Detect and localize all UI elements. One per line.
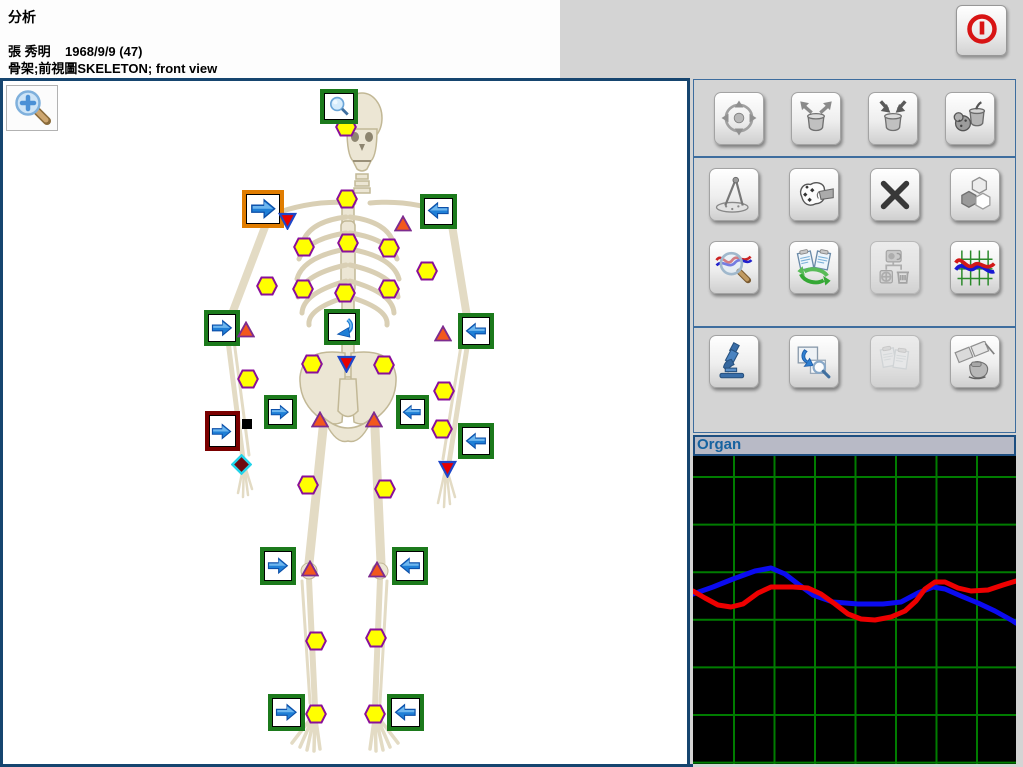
toolbar-button-compare-results[interactable]	[789, 241, 839, 294]
marker-point-triangle-up[interactable]	[434, 325, 452, 342]
marker-arrow-box-hand-left[interactable]	[205, 411, 240, 451]
toolbar-section-model	[693, 79, 1016, 157]
marker-point-triangle-up[interactable]	[365, 411, 383, 428]
page-title: 分析	[8, 7, 36, 27]
marker-layer	[3, 81, 687, 764]
marker-arrow-box-hand-right[interactable]	[458, 423, 494, 459]
marker-point-triangle-down[interactable]	[278, 212, 297, 230]
nutrition-pot-icon	[949, 97, 991, 139]
toolbar-button-graph-view[interactable]	[950, 241, 1000, 294]
marker-point-hex[interactable]	[292, 279, 314, 299]
marker-point-square[interactable]	[242, 419, 252, 429]
marker-point-hex[interactable]	[334, 283, 356, 303]
analysis-window: 分析 張 秀明 1968/9/9 (47) 骨架;前視圖SKELETON; fr…	[0, 0, 1023, 767]
marker-point-triangle-up[interactable]	[301, 560, 319, 577]
zoom-in-magnifier-icon	[9, 87, 55, 130]
content-area: Organ	[0, 78, 1023, 767]
marker-point-triangle-up[interactable]	[394, 215, 412, 232]
toolbar-button-review-search[interactable]	[789, 335, 839, 388]
toolbar-button-orientation-gyroscope[interactable]	[714, 92, 764, 145]
marker-point-hex[interactable]	[378, 279, 400, 299]
marker-point-triangle-up[interactable]	[311, 411, 329, 428]
marker-arrow-box-hip-right[interactable]	[396, 395, 429, 429]
cell-structure-icon	[954, 174, 996, 216]
marker-arrow-box-knee-left[interactable]	[260, 547, 296, 585]
toolbar-button-clear-markers[interactable]	[870, 168, 920, 221]
marker-point-hex[interactable]	[305, 631, 327, 651]
device-test-icon	[954, 341, 996, 383]
organ-panel-header: Organ	[693, 435, 1016, 456]
review-search-icon	[793, 341, 835, 383]
marker-point-diamond[interactable]	[231, 454, 252, 475]
toolbar-button-microscope-view[interactable]	[709, 335, 759, 388]
marker-point-hex[interactable]	[364, 704, 386, 724]
marker-arrow-box-ankle-right[interactable]	[387, 694, 424, 731]
orientation-gyroscope-icon	[718, 97, 760, 139]
marker-arrow-box-left-shoulder-right[interactable]	[420, 194, 457, 229]
marker-point-hex[interactable]	[416, 261, 438, 281]
marker-point-hex[interactable]	[237, 369, 259, 389]
microscope-view-icon	[713, 341, 755, 383]
marker-point-triangle-up[interactable]	[368, 561, 386, 578]
toolbar-button-device-test[interactable]	[950, 335, 1000, 388]
marker-point-hex[interactable]	[433, 381, 455, 401]
clear-markers-icon	[874, 174, 916, 216]
marker-point-triangle-down[interactable]	[438, 460, 457, 478]
report-recycle-icon	[874, 247, 916, 289]
marker-curved-arrow-box-spine[interactable]	[324, 309, 360, 345]
marker-point-hex[interactable]	[301, 354, 323, 374]
toolbar-button-spectral-analysis[interactable]	[709, 241, 759, 294]
marker-point-hex[interactable]	[256, 276, 278, 296]
organ-select-hand-icon	[793, 174, 835, 216]
skeleton-viewport	[0, 78, 690, 767]
organ-chart-canvas	[693, 456, 1016, 764]
marker-point-hex[interactable]	[374, 479, 396, 499]
marker-arrow-box-ankle-left[interactable]	[268, 694, 305, 731]
top-bar: 分析 張 秀明 1968/9/9 (47) 骨架;前視圖SKELETON; fr…	[0, 0, 1023, 78]
marker-point-hex[interactable]	[297, 475, 319, 495]
model-export-pot-icon	[795, 97, 837, 139]
marker-arrow-box-elbow-left[interactable]	[204, 310, 240, 346]
toolbar-button-notes-list[interactable]	[870, 335, 920, 388]
compare-results-icon	[793, 247, 835, 289]
toolbar-button-report-recycle[interactable]	[870, 241, 920, 294]
marker-point-triangle-up[interactable]	[237, 321, 255, 338]
toolbar-button-model-export-pot[interactable]	[791, 92, 841, 145]
model-import-pot-icon	[872, 97, 914, 139]
marker-arrow-box-hip-left[interactable]	[264, 395, 297, 429]
exit-button[interactable]	[956, 5, 1007, 56]
marker-point-hex[interactable]	[431, 419, 453, 439]
toolbar-button-organ-select-hand[interactable]	[789, 168, 839, 221]
graph-view-icon	[954, 247, 996, 289]
marker-zoom-head-box[interactable]	[320, 89, 358, 124]
toolbar-button-measure-caliper[interactable]	[709, 168, 759, 221]
marker-point-hex[interactable]	[378, 238, 400, 258]
toolbar-section-research	[693, 327, 1016, 433]
tool-panel: Organ	[693, 78, 1023, 767]
marker-point-hex[interactable]	[336, 189, 358, 209]
spectral-analysis-icon	[713, 247, 755, 289]
marker-point-hex[interactable]	[373, 355, 395, 375]
toolbar-section-analysis	[693, 157, 1016, 327]
marker-point-hex[interactable]	[365, 628, 387, 648]
zoom-in-button[interactable]	[6, 85, 58, 131]
toolbar-button-model-import-pot[interactable]	[868, 92, 918, 145]
marker-point-hex[interactable]	[293, 237, 315, 257]
notes-list-icon	[874, 341, 916, 383]
marker-point-triangle-down[interactable]	[337, 355, 356, 373]
toolbar-button-nutrition-pot[interactable]	[945, 92, 995, 145]
organ-chart	[693, 456, 1016, 764]
marker-point-hex[interactable]	[305, 704, 327, 724]
view-title: 骨架;前視圖SKELETON; front view	[8, 58, 217, 77]
toolbar-button-cell-structure[interactable]	[950, 168, 1000, 221]
power-icon	[962, 9, 1002, 52]
marker-arrow-box-knee-right[interactable]	[392, 547, 428, 585]
marker-point-hex[interactable]	[337, 233, 359, 253]
measure-caliper-icon	[713, 174, 755, 216]
marker-arrow-box-elbow-right[interactable]	[458, 313, 494, 349]
